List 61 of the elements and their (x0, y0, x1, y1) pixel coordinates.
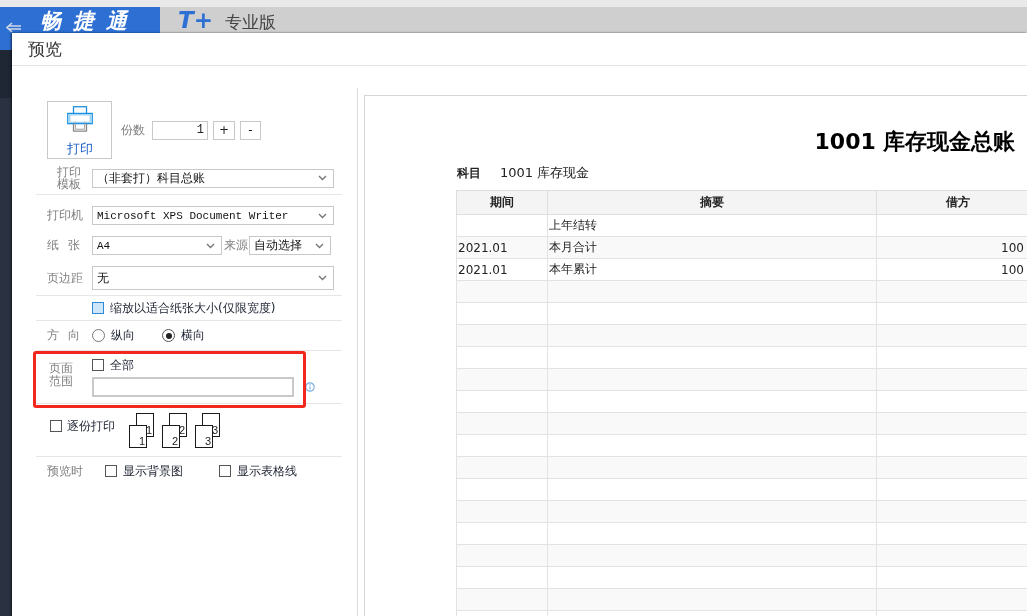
orientation-label: 方 向 (47, 327, 80, 344)
arrow-left-icon[interactable] (6, 22, 22, 33)
increment-button[interactable]: + (213, 120, 235, 140)
table-cell: 100 (1001, 262, 1024, 277)
chevron-down-icon (206, 242, 215, 249)
source-select[interactable]: 自动选择 (249, 236, 331, 255)
brand-name: 畅捷通 (40, 9, 139, 33)
subject-value: 1001 库存现金 (500, 164, 590, 182)
radio-label: 纵向 (111, 327, 135, 344)
chevron-down-icon (318, 212, 327, 219)
print-button[interactable]: 打印 (47, 101, 112, 159)
template-select[interactable]: （非套打）科目总账 (92, 168, 334, 188)
table-cell: 上年结转 (549, 218, 597, 232)
copies-label: 份数 (121, 121, 145, 139)
radio-button[interactable] (92, 329, 105, 342)
page-number: 2 (171, 434, 178, 447)
checkbox[interactable] (92, 302, 104, 314)
edition-label: 专业版 (224, 12, 276, 32)
table-cell: 2021.01 (458, 240, 508, 255)
table-cell: 本月合计 (549, 240, 597, 254)
checkbox-label: 逐份打印 (67, 417, 115, 435)
chevron-down-icon (318, 175, 327, 181)
checkbox-label: 缩放以适合纸张大小(仅限宽度) (110, 299, 276, 317)
column-header: 摘要 (700, 195, 724, 209)
radio-button[interactable] (162, 329, 175, 342)
printer-icon (65, 106, 94, 132)
copies-field[interactable]: 1 (152, 120, 208, 140)
product-logo: T+ (178, 8, 213, 33)
column-header: 借方 (945, 195, 970, 209)
decrement-button[interactable]: - (240, 120, 261, 140)
page-number: 2 (178, 423, 185, 436)
table-cell: 本年累计 (549, 262, 597, 276)
page-number: 1 (145, 423, 152, 436)
dialog-title: 预览 (28, 37, 62, 61)
paper-label: 纸 张 (47, 237, 80, 254)
column-header: 期间 (490, 195, 514, 209)
page-number: 3 (204, 434, 211, 447)
margin-select[interactable]: 无 (92, 266, 334, 290)
checkbox-label: 全部 (110, 356, 134, 374)
template-label: 打印模板 (57, 166, 81, 190)
radio-label: 横向 (181, 327, 205, 344)
checkbox[interactable] (92, 359, 104, 371)
printer-select[interactable]: Microsoft XPS Document Writer (92, 206, 334, 225)
info-icon[interactable] (305, 382, 315, 392)
checkbox[interactable] (50, 420, 62, 432)
page-number: 3 (211, 423, 218, 436)
page-range-field[interactable] (92, 377, 294, 397)
checkbox[interactable] (105, 465, 117, 477)
page-number: 1 (138, 434, 145, 447)
subject-label: 科目 (457, 164, 481, 182)
table-cell: 100 (1001, 240, 1024, 255)
checkbox[interactable] (219, 465, 231, 477)
paper-select[interactable]: A4 (92, 236, 222, 255)
page-range-label: 页面范围 (49, 362, 73, 388)
report-title: 1001 库存现金总账 (814, 129, 1016, 154)
checkbox-label: 显示背景图 (123, 462, 183, 480)
chevron-down-icon (315, 242, 324, 249)
table-cell: 2021.01 (458, 262, 508, 277)
chevron-down-icon (318, 275, 327, 281)
checkbox-label: 显示表格线 (237, 462, 297, 480)
source-label: 来源 (224, 237, 248, 254)
